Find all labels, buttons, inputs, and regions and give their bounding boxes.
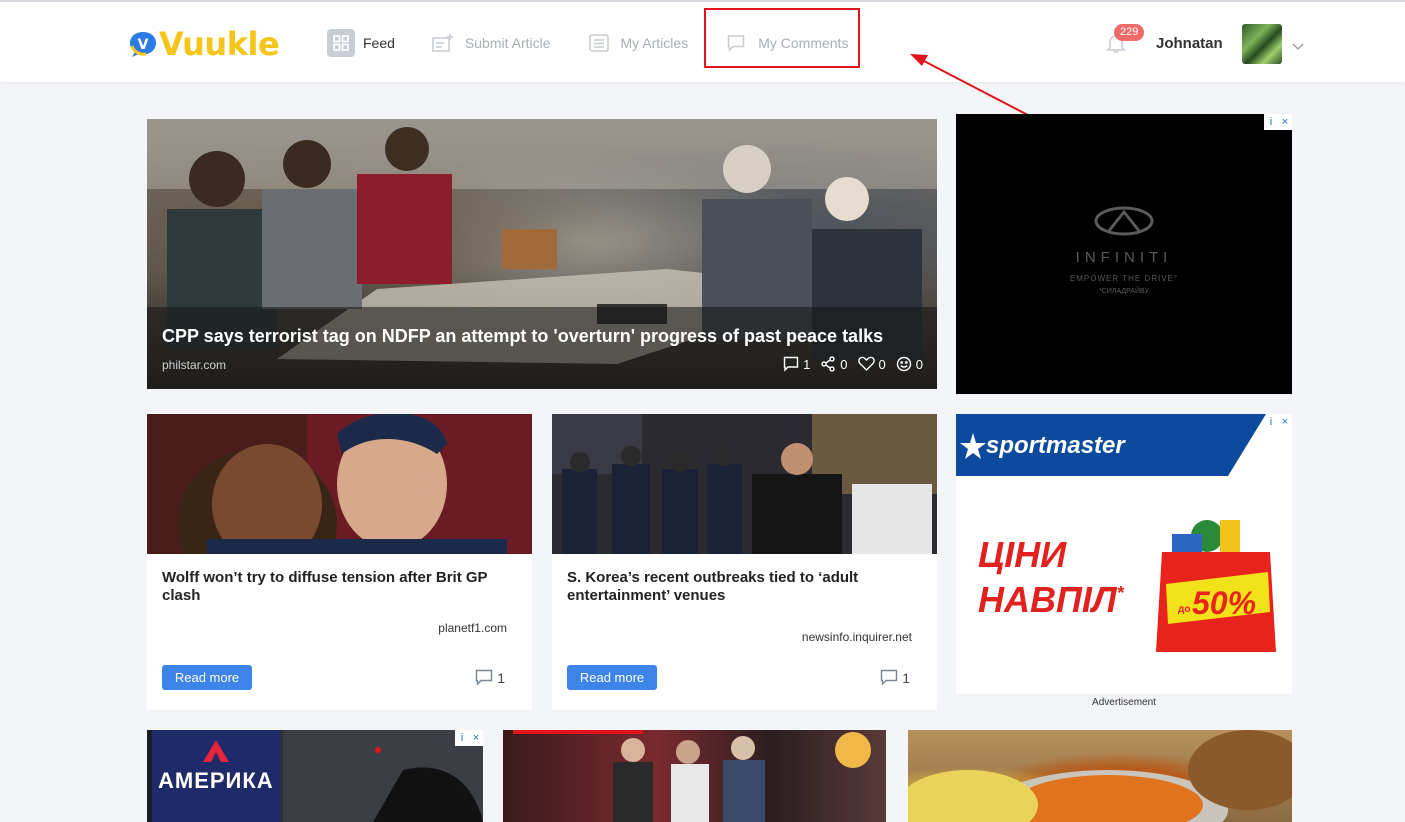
infiniti-name: INFINITI — [1075, 249, 1173, 266]
comments-stat[interactable]: 1 — [783, 356, 810, 372]
comments-count: 1 — [803, 356, 811, 372]
article-card-comments[interactable]: 1 — [475, 669, 505, 686]
article-card-source: planetf1.com — [438, 621, 507, 635]
notification-badge: 229 — [1114, 24, 1145, 41]
list-icon — [585, 29, 613, 57]
article-card-source: newsinfo.inquirer.net — [801, 630, 912, 644]
article-card-image[interactable] — [908, 730, 1292, 822]
infiniti-tagline: EMPOWER THE DRIVE° — [1069, 274, 1179, 283]
site-header: V Vuukle Feed Submit Article My Articles… — [0, 2, 1405, 82]
featured-article-stats: 1 0 0 0 — [773, 356, 923, 372]
reactions-stat[interactable]: 0 — [896, 356, 923, 372]
ad-close-icon[interactable]: × — [469, 730, 483, 746]
reactions-count: 0 — [915, 356, 923, 372]
article-card: S. Korea’s recent outbreaks tied to ‘adu… — [552, 414, 937, 710]
ad-info-icon[interactable]: i — [1264, 414, 1278, 430]
submit-article-icon — [429, 29, 457, 57]
infiniti-subtext: *СИЛАДРАЙВУ — [1099, 288, 1149, 295]
amerika-logo-box: АМЕРИКА — [152, 730, 280, 822]
shopping-bag-icon: до 50% — [1156, 520, 1276, 652]
featured-article[interactable]: CPP says terrorist tag on NDFP an attemp… — [147, 119, 937, 389]
article-card-photo — [908, 730, 1292, 822]
sportmaster-star-icon — [960, 433, 986, 459]
logo-text: Vuukle — [159, 25, 280, 63]
article-card-photo — [613, 732, 871, 822]
logo-bubble-icon: V — [128, 30, 158, 58]
read-more-button[interactable]: Read more — [162, 665, 252, 690]
likes-count: 0 — [878, 356, 886, 372]
vuukle-logo[interactable]: V Vuukle — [128, 24, 280, 64]
sportmaster-ad[interactable]: sportmaster i × ЦІНИ НАВПІЛ* до 50% — [956, 414, 1292, 694]
infiniti-ad[interactable]: i × INFINITI EMPOWER THE DRIVE° *СИЛАДРА… — [956, 114, 1292, 394]
ad-choices[interactable]: i × — [1264, 114, 1292, 130]
nav-item-label: Feed — [363, 35, 395, 51]
discount-prefix: до — [1178, 604, 1190, 615]
article-card-title[interactable]: Wolff won’t try to diffuse tension after… — [162, 569, 517, 605]
sportmaster-logo: sportmaster — [986, 432, 1125, 459]
sportmaster-headline: ЦІНИ НАВПІЛ* — [978, 536, 1124, 619]
comment-count: 1 — [497, 669, 505, 686]
advertisement-label: Advertisement — [1092, 697, 1156, 708]
sportmaster-line2: НАВПІЛ — [978, 579, 1117, 620]
ad-info-icon[interactable]: i — [455, 730, 469, 746]
article-card: Wolff won’t try to diffuse tension after… — [147, 412, 532, 710]
nav-item-feed[interactable]: Feed — [327, 28, 395, 58]
logo-letter: V — [138, 37, 149, 53]
nav-item-submit-article[interactable]: Submit Article — [429, 28, 551, 58]
nav-item-label: Submit Article — [464, 35, 551, 51]
infiniti-brand: INFINITI EMPOWER THE DRIVE° *СИЛАДРАЙВУ — [956, 206, 1292, 295]
amerika-logo-icon — [203, 740, 229, 762]
chevron-down-icon[interactable] — [1292, 38, 1304, 51]
article-card-image[interactable] — [552, 414, 937, 554]
featured-article-overlay — [147, 307, 937, 389]
read-more-button[interactable]: Read more — [567, 665, 657, 690]
shares-stat[interactable]: 0 — [820, 356, 848, 372]
ad-choices[interactable]: i × — [1264, 414, 1292, 430]
ad-close-icon[interactable]: × — [1278, 114, 1292, 130]
comment-icon — [476, 669, 493, 686]
grid-icon — [327, 29, 355, 57]
comment-icon — [881, 669, 898, 686]
shares-count: 0 — [840, 356, 848, 372]
amerika-name: АМЕРИКА — [158, 768, 274, 793]
article-card-image[interactable] — [503, 730, 886, 822]
ad-close-icon[interactable]: × — [1278, 414, 1292, 430]
share-icon — [821, 356, 835, 372]
article-card-title[interactable]: S. Korea’s recent outbreaks tied to ‘adu… — [567, 569, 922, 605]
username[interactable]: Johnatan — [1156, 35, 1223, 52]
avatar[interactable] — [1242, 24, 1282, 64]
amerika-ad[interactable]: АМЕРИКА i × — [147, 730, 483, 822]
sportmaster-star: * — [1116, 583, 1124, 603]
nav-item-label: My Articles — [620, 35, 689, 51]
article-card-comments[interactable]: 1 — [880, 669, 910, 686]
infiniti-logo-icon — [1094, 206, 1154, 236]
ad-info-icon[interactable]: i — [1264, 114, 1278, 130]
smiley-icon — [896, 356, 911, 372]
nav-item-my-articles[interactable]: My Articles — [585, 28, 689, 58]
likes-stat[interactable]: 0 — [857, 356, 886, 372]
featured-article-source: philstar.com — [162, 358, 227, 372]
sportmaster-line1: ЦІНИ — [978, 534, 1067, 575]
featured-article-title[interactable]: CPP says terrorist tag on NDFP an attemp… — [162, 326, 883, 347]
annotation-highlight-box — [704, 8, 860, 68]
heart-icon — [857, 356, 875, 371]
article-card-image[interactable] — [147, 412, 532, 599]
comment-count: 1 — [902, 669, 910, 686]
comment-icon — [783, 356, 799, 372]
ad-choices[interactable]: i × — [455, 730, 483, 746]
discount-value: 50% — [1192, 585, 1256, 621]
amerika-ad-image — [283, 730, 483, 822]
